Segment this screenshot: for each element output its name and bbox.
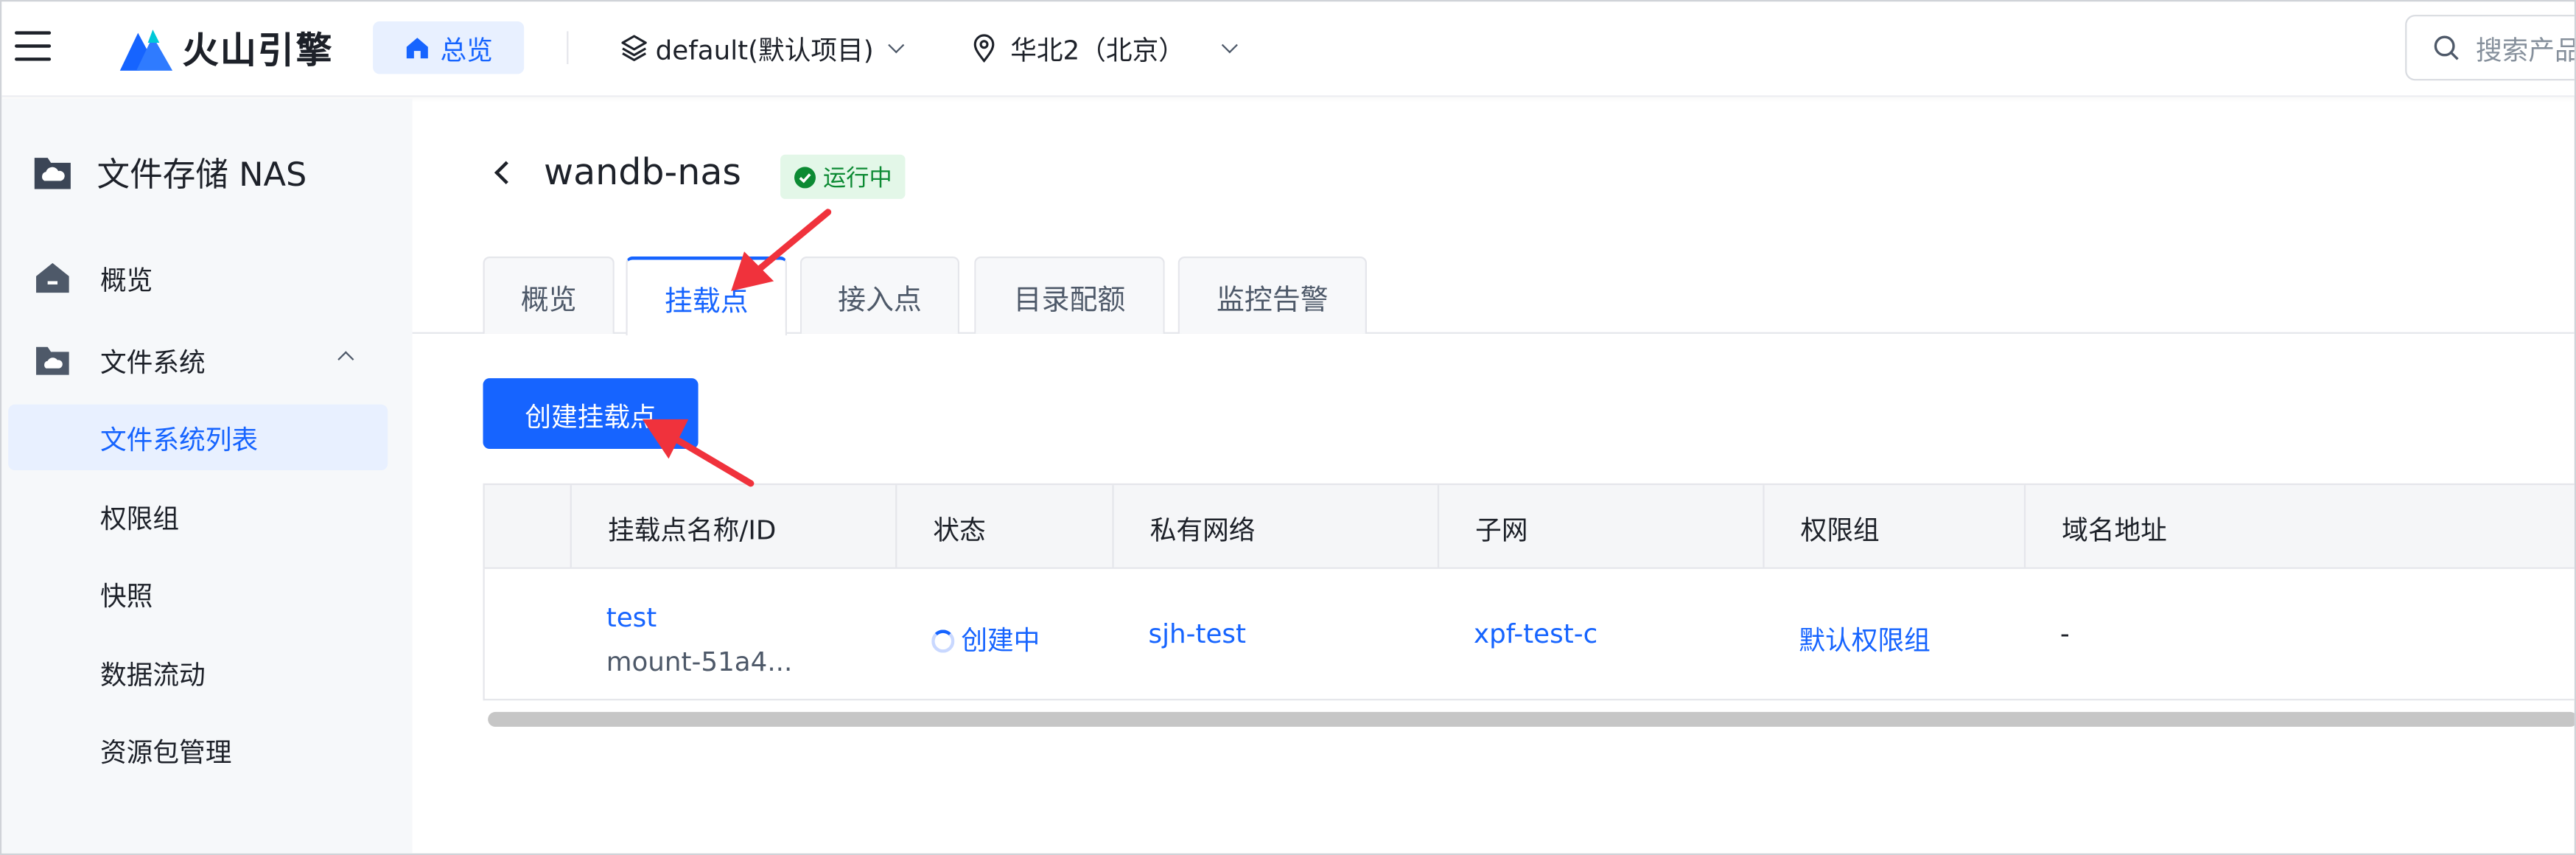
tab-bar: 概览 挂载点 接入点 目录配额 监控告警 — [412, 256, 2575, 336]
back-arrow-icon[interactable] — [494, 161, 518, 185]
table-header-cell: 域名地址 — [2062, 514, 2167, 545]
sidebar-item-label: 快照 — [100, 580, 153, 612]
brand-name: 火山引擎 — [182, 31, 334, 73]
permission-group-link[interactable]: 默认权限组 — [1799, 618, 1930, 658]
table-header: 挂载点名称/ID 状态 私有网络 子网 权限组 域名地址 — [483, 483, 2575, 569]
sidebar-item-permission-group[interactable]: 权限组 — [1, 484, 412, 549]
search-icon — [2434, 35, 2459, 60]
table-header-select — [485, 485, 572, 569]
region-selector[interactable]: 华北2（北京） — [971, 28, 1239, 68]
home-icon — [406, 38, 428, 59]
chevron-down-icon — [1222, 36, 1239, 53]
project-name: default(默认项目) — [655, 34, 874, 66]
page-title: wandb-nas — [543, 153, 741, 195]
sidebar-item-label: 权限组 — [100, 503, 180, 535]
tab-directory-quota[interactable]: 目录配额 — [974, 256, 1165, 334]
top-navigation-bar: 火山引擎 总览 default(默认项目) 华北2（北京） 搜索产品 — [1, 1, 2576, 97]
mount-point-status: 创建中 — [931, 618, 1040, 658]
domain-address: - — [2059, 618, 2070, 650]
sidebar-title-text: 文件存储 NAS — [97, 154, 307, 195]
status-label: 创建中 — [961, 624, 1040, 657]
file-system-icon — [36, 346, 69, 375]
check-circle-icon — [794, 166, 816, 188]
table-header-cell: 权限组 — [1765, 485, 2026, 569]
sidebar-title: 文件存储 NAS — [31, 148, 307, 196]
project-selector[interactable]: default(默认项目) — [620, 28, 904, 68]
vpc-link[interactable]: sjh-test — [1148, 618, 1245, 649]
layers-icon — [621, 35, 647, 61]
subnet-link[interactable]: xpf-test-c — [1474, 618, 1597, 649]
loading-spinner-icon — [931, 629, 955, 653]
chevron-up-icon[interactable] — [337, 351, 354, 368]
tab-label: 目录配额 — [1013, 283, 1126, 317]
sidebar-item-data-flow[interactable]: 数据流动 — [1, 640, 412, 705]
search-placeholder: 搜索产品 — [2476, 34, 2576, 66]
tab-overview[interactable]: 概览 — [483, 256, 615, 334]
table-header-cell: 私有网络 — [1114, 485, 1440, 569]
table-header-cell: 状态 — [897, 485, 1114, 569]
menu-icon[interactable] — [15, 31, 52, 64]
sidebar-item-file-system-list[interactable]: 文件系统列表 — [8, 404, 388, 471]
sidebar-item-file-system[interactable]: 文件系统 — [1, 327, 412, 393]
sidebar-item-label: 概览 — [100, 265, 153, 296]
sidebar-item-resource-package[interactable]: 资源包管理 — [1, 717, 412, 783]
volcano-logo-icon — [119, 29, 173, 71]
tab-label: 概览 — [520, 283, 577, 317]
home-label: 总览 — [440, 34, 493, 66]
status-text: 运行中 — [823, 165, 892, 192]
sidebar-item-label: 文件系统列表 — [100, 424, 259, 456]
tab-mount-points[interactable]: 挂载点 — [626, 256, 787, 336]
search-input[interactable]: 搜索产品 — [2405, 15, 2576, 81]
table-row: test mount-51a4... 创建中 sjh-test xpf-test… — [483, 568, 2575, 701]
sidebar-item-label: 文件系统 — [100, 346, 206, 379]
tab-access-points[interactable]: 接入点 — [799, 256, 960, 334]
mount-points-table: 挂载点名称/ID 状态 私有网络 子网 权限组 域名地址 test mount-… — [483, 483, 2575, 730]
tab-monitoring-alerts[interactable]: 监控告警 — [1177, 256, 1368, 334]
mount-point-id: mount-51a4... — [606, 646, 793, 678]
status-badge: 运行中 — [780, 154, 906, 199]
table-header-cell: 挂载点名称/ID — [572, 485, 897, 569]
sidebar-item-label: 数据流动 — [100, 659, 206, 691]
tab-label: 挂载点 — [664, 285, 749, 318]
horizontal-scrollbar[interactable] — [488, 711, 2575, 727]
mount-point-name-link[interactable]: test — [606, 601, 657, 632]
divider — [567, 31, 569, 65]
sidebar-item-label: 资源包管理 — [100, 736, 232, 768]
table-header-cell: 子网 — [1439, 485, 1765, 569]
chevron-down-icon — [887, 36, 904, 53]
nas-storage-icon — [34, 157, 71, 189]
sidebar: 文件存储 NAS 概览 文件系统 文件系统列表 权限组 快照 数据流动 资源包管… — [1, 98, 413, 854]
overview-icon — [36, 262, 69, 293]
region-name: 华北2（北京） — [1010, 34, 1185, 66]
location-pin-icon — [973, 34, 995, 63]
sidebar-item-snapshot[interactable]: 快照 — [1, 561, 412, 627]
home-overview-button[interactable]: 总览 — [373, 21, 525, 74]
app-window: 火山引擎 总览 default(默认项目) 华北2（北京） 搜索产品 文件存储 … — [0, 0, 2576, 855]
create-mount-point-button[interactable]: 创建挂载点 — [483, 378, 699, 450]
tab-label: 接入点 — [838, 283, 922, 317]
sidebar-item-overview[interactable]: 概览 — [1, 245, 412, 310]
tab-label: 监控告警 — [1217, 283, 1329, 317]
brand-logo[interactable]: 火山引擎 — [116, 21, 333, 74]
